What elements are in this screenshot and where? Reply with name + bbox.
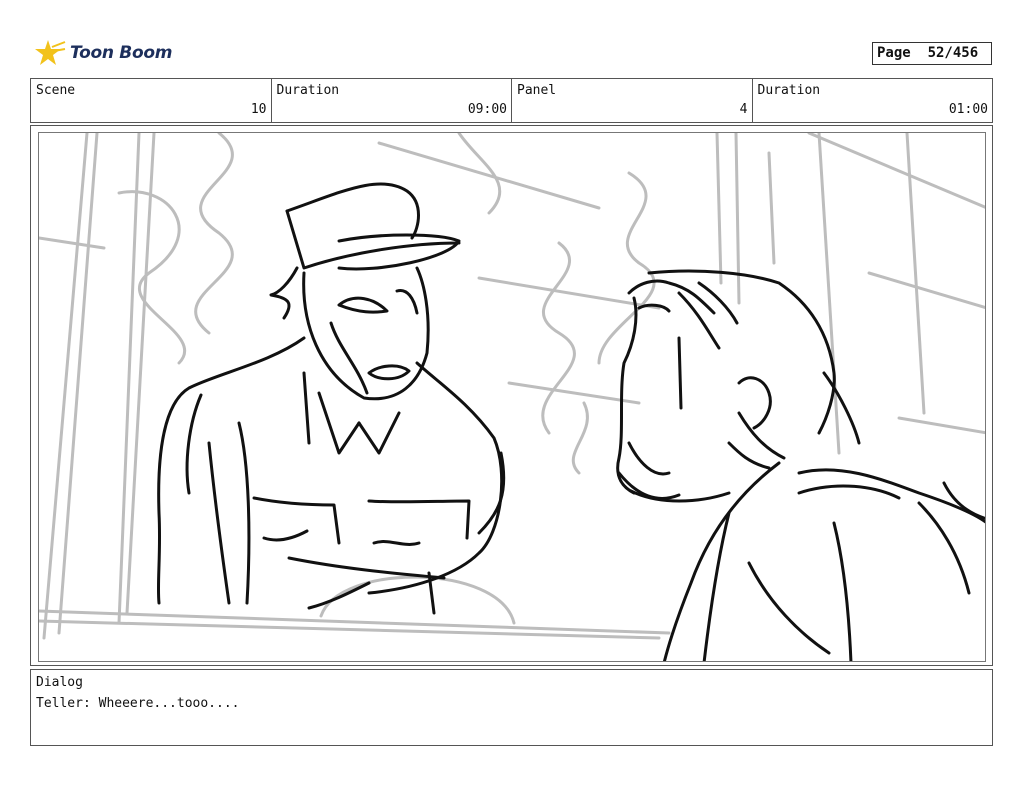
panel-value: 4 <box>739 102 748 117</box>
panel-duration-label: Duration <box>757 83 821 98</box>
toon-boom-star-icon <box>35 40 66 65</box>
dialog-label: Dialog <box>36 675 83 690</box>
scene-value: 10 <box>250 102 267 117</box>
scene-cell: Scene 10 <box>31 79 272 122</box>
panel-duration-cell: Duration 01:00 <box>753 79 993 122</box>
scene-duration-label: Duration <box>276 83 340 98</box>
page-value: 52/456 <box>927 45 979 61</box>
storyboard-sketch <box>39 133 985 661</box>
page-label: Page <box>877 45 911 61</box>
scene-duration-cell: Duration 09:00 <box>272 79 512 122</box>
panel-cell: Panel 4 <box>512 79 753 122</box>
toon-boom-logo: Toon Boom <box>34 36 172 70</box>
page-indicator: Page 52/456 <box>872 42 992 65</box>
panel-header: Scene 10 Duration 09:00 Panel 4 Duration… <box>30 78 993 123</box>
panel-label: Panel <box>517 83 557 98</box>
panel-frame <box>30 125 993 666</box>
dialog-text: Teller: Wheeere...tooo.... <box>36 696 240 711</box>
scene-duration-value: 09:00 <box>467 102 507 117</box>
brand-name: Toon Boom <box>70 43 173 63</box>
scene-label: Scene <box>36 83 76 98</box>
panel-duration-value: 01:00 <box>948 102 988 117</box>
storyboard-image <box>38 132 986 662</box>
dialog-box: Dialog Teller: Wheeere...tooo.... <box>30 669 993 746</box>
